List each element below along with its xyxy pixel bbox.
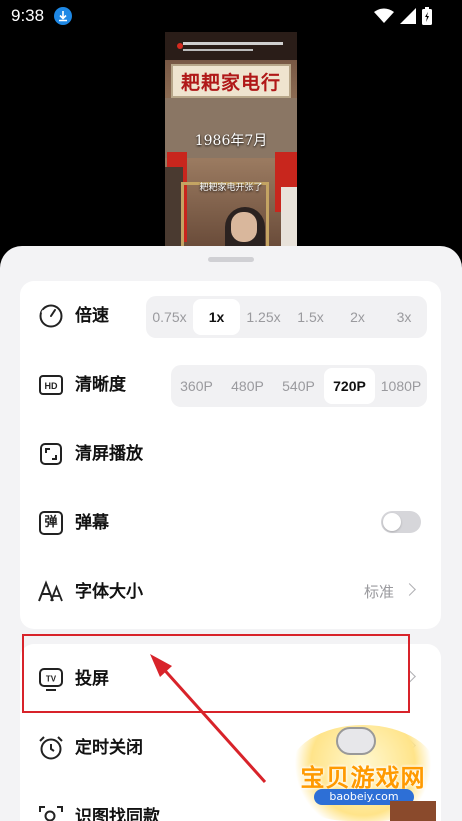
product-thumbnail[interactable] (390, 801, 436, 821)
gamepad-icon (336, 727, 376, 755)
annotation-arrow-icon (150, 654, 267, 784)
watermark-text: 宝贝游戏网 (300, 764, 426, 792)
